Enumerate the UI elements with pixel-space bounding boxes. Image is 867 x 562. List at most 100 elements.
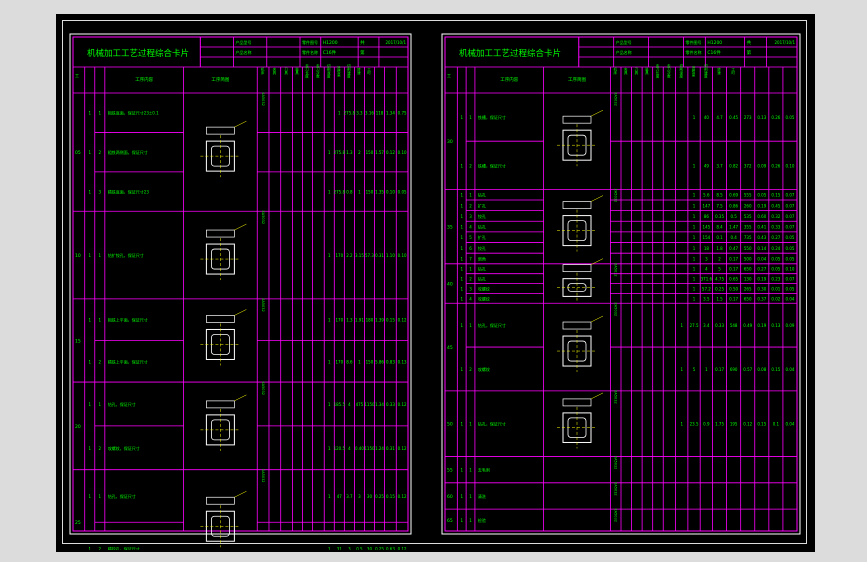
parameter-value: 0.15 xyxy=(771,367,780,372)
step-description: 钻孔，保证尺寸 xyxy=(478,421,506,427)
operation-number: 30 xyxy=(447,139,453,145)
step-description: 钻孔 xyxy=(478,224,486,230)
parameter-value: 0.09 xyxy=(786,323,795,328)
side-view xyxy=(206,126,235,135)
header-label: 零件名称 xyxy=(686,49,702,55)
step-description: 攻螺纹 xyxy=(478,295,490,301)
parameter-value: 0.05 xyxy=(398,190,407,195)
step-description: 钻扩铰孔，保证尺寸 xyxy=(108,252,144,258)
process-sketch xyxy=(200,394,247,451)
parameter-value: 0.25 xyxy=(375,547,384,550)
install-number: 1 xyxy=(460,277,463,282)
parameter-value: 650 xyxy=(744,267,752,272)
step-description: 扩孔 xyxy=(478,202,486,208)
operation-number: 45 xyxy=(447,345,453,351)
parameter-value: 86 xyxy=(704,214,710,219)
process-sketch xyxy=(557,109,604,167)
parameter-value: 275.8 xyxy=(344,111,356,116)
column-header: 机床 xyxy=(612,67,617,76)
parameter-value: 1150 xyxy=(364,402,375,407)
install-number: 1 xyxy=(460,235,463,240)
parameter-value: 548 xyxy=(730,323,738,328)
leader-line xyxy=(590,109,604,117)
parameter-value: 130 xyxy=(744,277,752,282)
parameter-value: 0.15 xyxy=(757,422,766,427)
parameter-value: 0.15 xyxy=(386,494,395,499)
install-number: 1 xyxy=(88,547,91,550)
page-word: 第 xyxy=(747,49,752,56)
machine-label: XA5032 xyxy=(261,210,265,224)
parameter-value: 1 xyxy=(693,115,696,120)
install-number: 1 xyxy=(88,190,91,195)
parameter-value: 1 xyxy=(328,318,331,323)
leader-line xyxy=(234,120,247,128)
leader-line xyxy=(234,491,247,498)
install-number: 1 xyxy=(460,246,463,251)
column-header: 进给量 xyxy=(336,65,341,77)
cad-drawing-viewport[interactable]: 机械加工工艺过程综合卡片 产品型号 产品名称 零件图号 零件名称 H1200 C16件 共第 2… xyxy=(56,14,815,552)
install-number: 1 xyxy=(460,422,463,427)
leader-line xyxy=(234,309,247,316)
parameter-value: 1.34 xyxy=(386,111,395,116)
install-number: 1 xyxy=(88,359,91,364)
parameter-value: 0.27 xyxy=(771,235,780,240)
install-number: 1 xyxy=(460,203,463,208)
parameter-value: 1 xyxy=(693,193,696,198)
parameter-value: 0.43 xyxy=(757,235,766,240)
parameter-value: 500 xyxy=(744,257,752,262)
process-sketch xyxy=(200,491,247,548)
parameter-value: 0.17 xyxy=(715,367,724,372)
parameter-value: 0.01 xyxy=(771,286,780,291)
parameter-value: 0.40 xyxy=(355,446,364,451)
install-number: 1 xyxy=(460,267,463,272)
operation-number: 05 xyxy=(75,150,81,156)
parameter-value: 0.05 xyxy=(771,267,780,272)
process-sketch xyxy=(557,195,604,252)
parameter-value: 0.19 xyxy=(757,203,766,208)
parameter-value: 1 xyxy=(693,214,696,219)
parameter-value: 1 xyxy=(693,203,696,208)
operation-number: 10 xyxy=(75,253,81,259)
operation-number: 60 xyxy=(447,494,453,500)
parameter-value: 0.04 xyxy=(757,257,766,262)
column-header: 工序内容 xyxy=(135,76,153,83)
step-number: 5 xyxy=(469,235,472,240)
leader-line xyxy=(590,315,604,323)
parameter-value: 2 xyxy=(358,150,361,155)
parameter-value: 18 xyxy=(704,246,710,251)
parameter-value: 0.14 xyxy=(757,246,766,251)
parameter-value: 0.07 xyxy=(786,277,795,282)
step-description: 铣槽，保证尺寸 xyxy=(478,162,506,168)
parameter-value: 0.13 xyxy=(757,115,766,120)
parameter-value: 1 xyxy=(328,253,331,258)
parameter-value: 1.57 xyxy=(375,150,384,155)
parameter-value: 1 xyxy=(328,150,331,155)
parameter-value: 690 xyxy=(730,367,738,372)
side-view xyxy=(206,400,235,409)
parameter-value: 0.31 xyxy=(375,253,384,258)
step-description: 攻螺纹 xyxy=(478,285,490,291)
side-view xyxy=(562,115,592,124)
step-description: 精铣上平面，保证尺寸 xyxy=(108,358,148,364)
parameter-value: 0.12 xyxy=(398,494,407,499)
step-number: 1 xyxy=(469,468,472,473)
parameter-value: 0.26 xyxy=(771,115,780,120)
parameter-value: 0.45 xyxy=(771,203,780,208)
step-description: 去毛刺 xyxy=(478,467,490,473)
process-sketch xyxy=(200,120,247,178)
step-number: 1 xyxy=(469,115,472,120)
parameter-value: 0.23 xyxy=(771,277,780,282)
material: C16件 xyxy=(323,49,337,56)
step-number: 1 xyxy=(99,402,102,407)
parameter-value: 0.75 xyxy=(398,111,407,116)
column-header: 工时 xyxy=(366,68,371,76)
parameter-value: 2.2 xyxy=(346,253,353,258)
operation-number: 20 xyxy=(75,424,81,430)
parameter-value: 0.05 xyxy=(771,257,780,262)
step-description: 钻孔 xyxy=(478,192,486,198)
leader-line xyxy=(590,392,604,400)
parameter-value: 1 xyxy=(680,422,683,427)
column-header: 转速 xyxy=(356,67,361,76)
step-number: 1 xyxy=(99,318,102,323)
parameter-value: 57.2 xyxy=(702,286,711,291)
